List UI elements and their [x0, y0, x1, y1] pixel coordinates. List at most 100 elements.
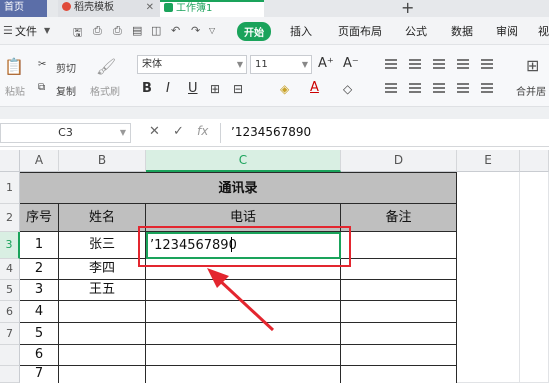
align-bottom-icon[interactable] [433, 59, 445, 69]
header-note-cell[interactable]: 备注 [341, 204, 457, 232]
table-row-cell[interactable]: 5 [20, 323, 59, 345]
close-icon[interactable]: ✕ [146, 0, 154, 16]
distribute-icon[interactable] [481, 83, 493, 93]
column-header-a[interactable]: A [20, 150, 59, 172]
table-row-cell[interactable] [341, 232, 457, 259]
export-pdf-icon[interactable]: ▤ [132, 24, 142, 37]
table-row-cell[interactable]: 7 [20, 366, 59, 383]
table-row-cell[interactable] [341, 345, 457, 366]
menu-view[interactable]: 视 [538, 23, 549, 39]
shrink-font-button[interactable]: A⁻ [343, 56, 359, 71]
table-row-cell[interactable] [146, 345, 341, 366]
fill-color-icon[interactable]: ◈ [280, 82, 289, 96]
font-size-select[interactable]: 11 ▼ [250, 55, 312, 74]
underline-button[interactable]: U [188, 81, 198, 96]
paste-label[interactable]: 粘贴 [5, 83, 25, 98]
row-header-3[interactable]: 3 [0, 232, 20, 259]
table-title-cell[interactable]: 通讯录 [20, 172, 457, 204]
align-top-icon[interactable] [385, 59, 397, 69]
tab-templates[interactable]: 稻壳模板 ✕ [58, 0, 160, 17]
table-row-cell[interactable] [59, 323, 146, 345]
menu-home[interactable]: 开始 [237, 22, 271, 41]
confirm-icon[interactable]: ✓ [173, 124, 184, 139]
table-row-cell[interactable] [59, 301, 146, 323]
cut-button[interactable]: 剪切 [56, 60, 76, 75]
header-no-cell[interactable]: 序号 [20, 204, 59, 232]
preview-icon[interactable]: ◫ [151, 24, 161, 37]
grow-font-button[interactable]: A⁺ [318, 56, 334, 71]
column-e-cells[interactable] [457, 172, 520, 383]
more-icon[interactable]: ▽ [209, 26, 215, 35]
table-row-cell[interactable]: 6 [20, 345, 59, 366]
table-row-cell[interactable] [341, 280, 457, 301]
merge-center-icon[interactable]: ⊞ [526, 56, 539, 75]
row-header-2[interactable]: 2 [0, 204, 20, 232]
row-header-4[interactable]: 4 [0, 259, 20, 280]
new-tab-button[interactable]: + [401, 0, 414, 17]
table-row-cell[interactable]: 1 [20, 232, 59, 259]
row-header-6[interactable]: 6 [0, 301, 20, 323]
bold-button[interactable]: B [142, 81, 152, 96]
undo-icon[interactable]: ↶ [171, 24, 180, 37]
tab-home[interactable]: 首页 [0, 0, 47, 17]
tab-workbook[interactable]: 工作簿1 [160, 0, 264, 17]
redo-icon[interactable]: ↷ [191, 24, 200, 37]
table-row-cell[interactable] [341, 323, 457, 345]
indent-icon[interactable] [457, 59, 469, 69]
font-color-icon[interactable]: A [310, 80, 319, 95]
row-header-5[interactable]: 5 [0, 280, 20, 301]
clear-format-icon[interactable]: ◇ [343, 82, 352, 96]
column-header-c[interactable]: C [146, 150, 341, 172]
menu-review[interactable]: 审阅 [496, 23, 518, 39]
outdent-icon[interactable] [481, 59, 493, 69]
table-row-cell[interactable]: 张三 [59, 232, 146, 259]
column-f-cells[interactable] [520, 172, 549, 383]
column-header-f[interactable] [520, 150, 549, 172]
table-row-cell[interactable] [146, 366, 341, 383]
align-middle-icon[interactable] [409, 59, 421, 69]
justify-icon[interactable] [457, 83, 469, 93]
table-row-cell[interactable]: 王五 [59, 280, 146, 301]
row-header-1[interactable]: 1 [0, 172, 20, 204]
cut-icon[interactable]: ✂ [38, 59, 46, 70]
column-header-e[interactable]: E [457, 150, 520, 172]
chevron-down-icon[interactable]: ▼ [120, 124, 126, 142]
copy-button[interactable]: 复制 [56, 83, 76, 98]
align-left-icon[interactable] [385, 83, 397, 93]
table-row-cell[interactable]: 李四 [59, 259, 146, 280]
align-center-icon[interactable] [409, 83, 421, 93]
table-row-cell[interactable] [59, 345, 146, 366]
formula-input[interactable]: ’1234567890 [220, 123, 549, 143]
font-name-select[interactable]: 宋体 ▼ [137, 55, 247, 74]
name-box[interactable]: C3 ▼ [0, 123, 131, 143]
row-header-7[interactable]: 7 [0, 323, 20, 345]
table-row-cell[interactable]: 3 [20, 280, 59, 301]
table-row-cell[interactable] [341, 366, 457, 383]
merge-center-button[interactable]: 合并居 [516, 83, 546, 98]
table-row-cell[interactable] [341, 259, 457, 280]
header-name-cell[interactable]: 姓名 [59, 204, 146, 232]
insert-function-icon[interactable]: fx [197, 124, 208, 138]
column-header-b[interactable]: B [59, 150, 146, 172]
hamburger-icon[interactable]: ☰ [3, 24, 13, 37]
menu-page-layout[interactable]: 页面布局 [338, 23, 382, 39]
table-row-cell[interactable] [59, 366, 146, 383]
border-icon[interactable]: ⊞ [210, 82, 220, 96]
print-icon[interactable]: ⎙ [113, 24, 122, 38]
align-right-icon[interactable] [433, 83, 445, 93]
menu-formulas[interactable]: 公式 [405, 23, 427, 39]
menu-data[interactable]: 数据 [451, 23, 473, 39]
format-painter-icon[interactable]: 🖌 [96, 57, 116, 76]
cancel-icon[interactable]: ✕ [149, 124, 160, 139]
italic-button[interactable]: I [166, 81, 170, 96]
chevron-down-icon[interactable]: ▼ [44, 26, 50, 35]
row-header-8[interactable] [0, 345, 20, 366]
table-row-cell[interactable] [341, 301, 457, 323]
save-icon[interactable]: 🖫 [73, 24, 82, 43]
menu-insert[interactable]: 插入 [290, 23, 312, 39]
merge-border-icon[interactable]: ⊟ [233, 82, 243, 96]
print-preview-icon[interactable]: ⎙ [93, 24, 102, 38]
column-header-d[interactable]: D [341, 150, 457, 172]
table-row-cell[interactable]: 2 [20, 259, 59, 280]
select-all-corner[interactable] [0, 150, 20, 172]
